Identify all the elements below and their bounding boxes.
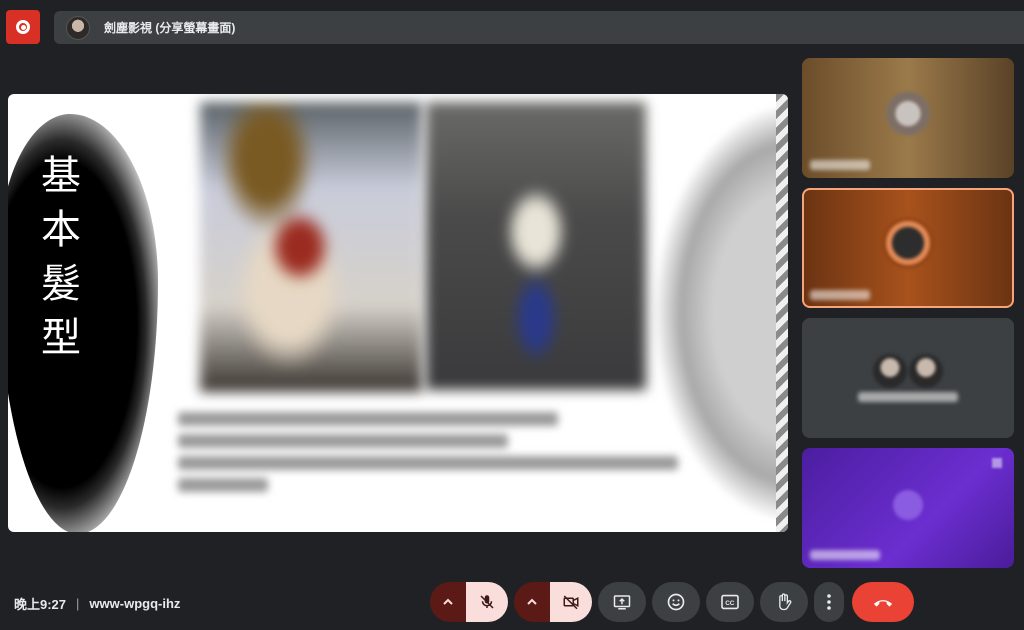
chevron-up-icon	[527, 598, 537, 605]
presenter-label: 劍塵影視 (分享螢幕畫面)	[104, 21, 236, 35]
chevron-up-icon	[443, 598, 453, 605]
shared-screen: 基 本 髮 型	[8, 94, 788, 532]
slide-title: 基 本 髮 型	[34, 149, 88, 365]
participant-name-blurred	[810, 160, 870, 170]
slide-title-char: 本	[41, 207, 81, 253]
mic-control	[430, 582, 508, 622]
camera-toggle-button[interactable]	[550, 582, 592, 622]
mic-toggle-button[interactable]	[466, 582, 508, 622]
presenter-banner[interactable]: 劍塵影視 (分享螢幕畫面)	[54, 11, 1024, 44]
participant-name-blurred	[810, 290, 870, 300]
more-options-icon	[827, 594, 831, 610]
present-screen-icon	[613, 595, 631, 610]
end-call-icon	[873, 600, 893, 607]
top-bar: 劍塵影視 (分享螢幕畫面)	[0, 0, 1024, 54]
recording-button[interactable]	[6, 10, 40, 44]
mic-options-button[interactable]	[430, 582, 466, 622]
slide-title-char: 型	[41, 315, 81, 361]
participant-avatars	[873, 354, 943, 388]
end-call-button[interactable]	[852, 582, 914, 622]
svg-text:CC: CC	[725, 600, 735, 607]
participant-tile-active-speaker[interactable]	[802, 188, 1014, 308]
emoji-icon	[667, 593, 685, 611]
slide-photo-right	[426, 102, 646, 390]
participant-avatar	[893, 490, 923, 520]
reactions-button[interactable]	[652, 582, 700, 622]
meeting-info: 晚上9:27 | www-wpgq-ihz	[14, 594, 180, 613]
presenter-avatar	[66, 15, 90, 40]
meeting-code[interactable]: www-wpgq-ihz	[89, 596, 180, 611]
slide-title-char: 基	[41, 153, 81, 199]
captions-button[interactable]: CC	[706, 582, 754, 622]
more-options-button[interactable]	[814, 582, 844, 622]
slide-stripe-border	[776, 94, 788, 532]
raise-hand-button[interactable]	[760, 582, 808, 622]
slide-title-char: 髮	[41, 261, 81, 307]
participant-name-blurred	[858, 392, 958, 402]
record-icon	[16, 20, 30, 34]
clock-time: 晚上9:27	[14, 597, 67, 612]
slide-mandala-decoration	[648, 94, 788, 532]
mic-off-icon	[480, 595, 494, 609]
info-separator: |	[76, 596, 80, 611]
call-controls: CC	[430, 582, 914, 622]
camera-control	[514, 582, 592, 622]
participant-tile[interactable]	[802, 58, 1014, 178]
captions-icon: CC	[721, 594, 739, 610]
participant-tile-self[interactable]	[802, 448, 1014, 568]
raise-hand-icon	[779, 593, 792, 611]
present-screen-button[interactable]	[598, 582, 646, 622]
participant-avatar	[886, 91, 930, 136]
tile-options-icon[interactable]	[992, 458, 1002, 468]
participant-tile-group[interactable]	[802, 318, 1014, 438]
camera-options-button[interactable]	[514, 582, 550, 622]
participant-avatar	[883, 218, 933, 268]
participant-name-blurred	[810, 550, 880, 560]
camera-off-icon	[563, 595, 579, 610]
slide-photo-left	[200, 102, 422, 392]
slide-blurred-text	[178, 412, 678, 512]
